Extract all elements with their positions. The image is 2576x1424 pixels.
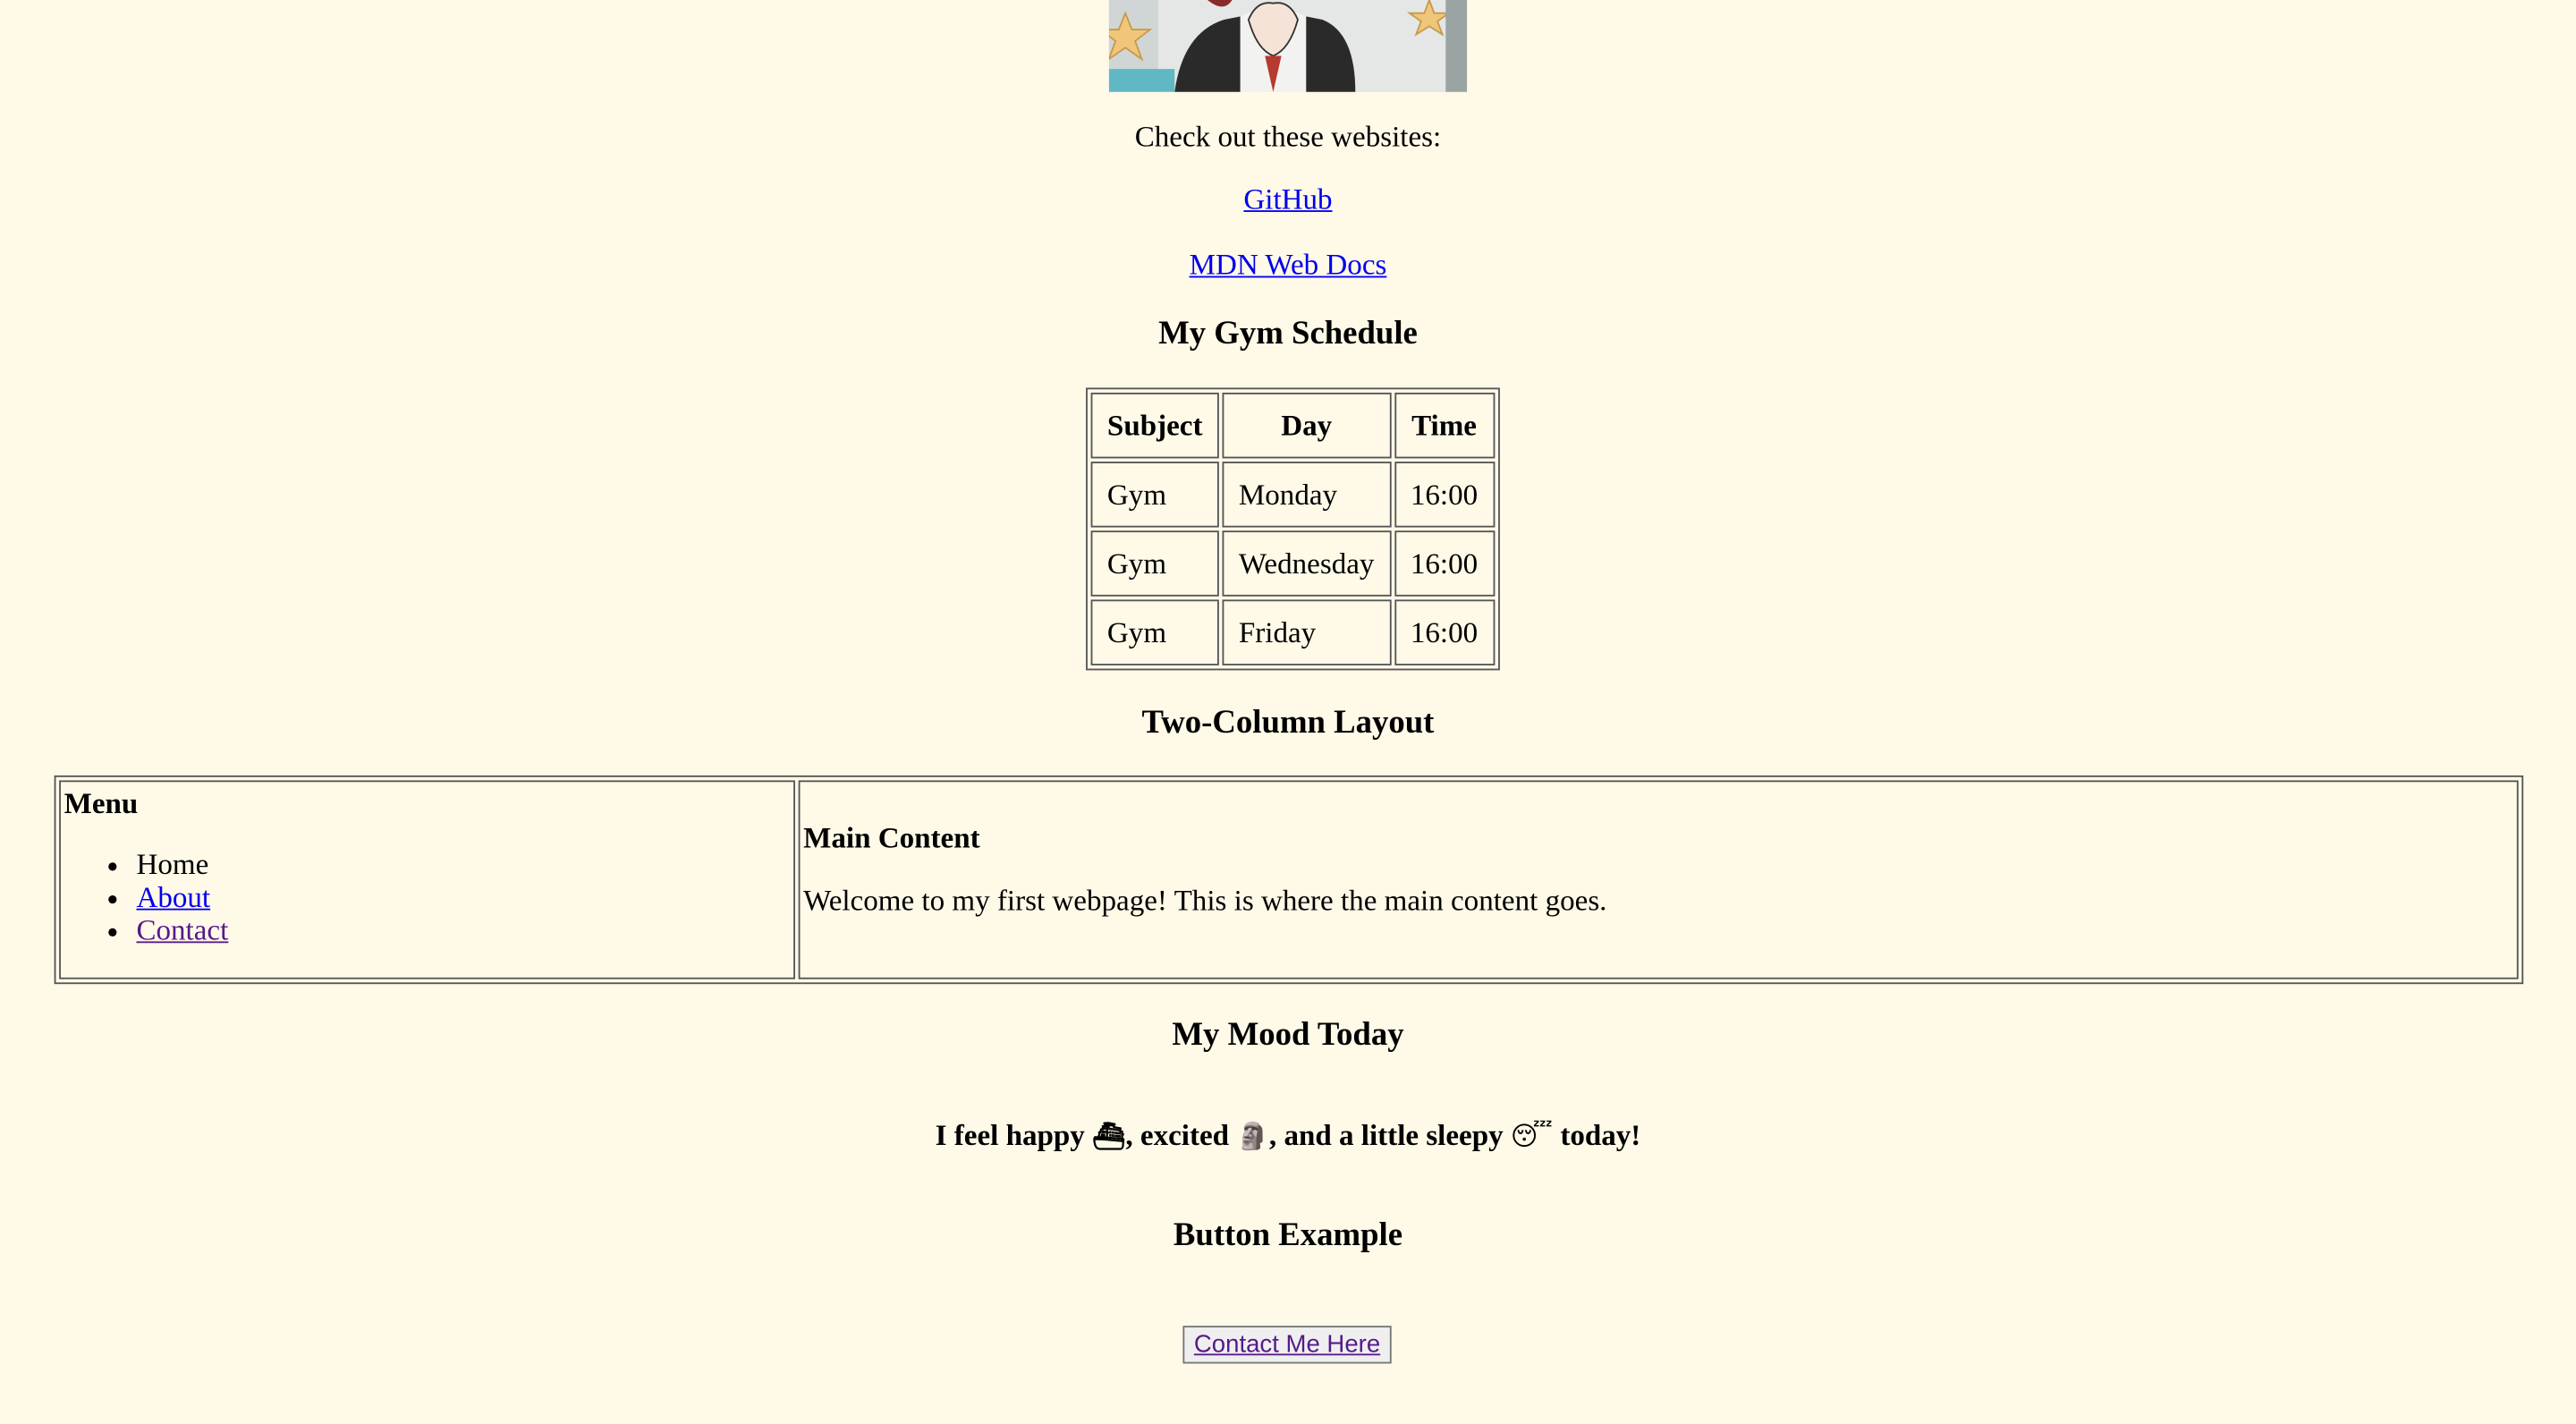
column-header-time: Time (1394, 392, 1495, 459)
main-content-title: Main Content (803, 821, 980, 855)
layout-row: Menu Home About Contact Main Content Wel… (59, 780, 2519, 979)
gym-schedule-table: Subject Day Time Gym Monday 16:00 Gym We… (1086, 387, 1500, 671)
mood-sentence: I feel happy ⛴, excited 🗿, and a little … (0, 1119, 2576, 1154)
menu-title: Menu (64, 786, 139, 820)
table-row: Gym Wednesday 16:00 (1090, 530, 1495, 597)
main-content-column: Main Content Welcome to my first webpage… (798, 780, 2519, 979)
mdn-link[interactable]: MDN Web Docs (1190, 248, 1387, 281)
menu-item-label: Home (136, 847, 209, 881)
table-cell: Monday (1222, 462, 1391, 528)
page: Check out these websites: GitHub MDN Web… (0, 0, 2576, 1424)
table-cell: 16:00 (1394, 462, 1495, 528)
contact-me-button[interactable]: Contact Me Here (1182, 1326, 1392, 1364)
button-example-heading: Button Example (1173, 1216, 1403, 1254)
mdn-link-row: MDN Web Docs (0, 248, 2576, 283)
table-cell: Wednesday (1222, 530, 1391, 597)
github-link-row: GitHub (0, 182, 2576, 217)
column-header-subject: Subject (1090, 392, 1219, 459)
anime-character-image (1108, 0, 1468, 92)
table-header-row: Subject Day Time (1090, 392, 1495, 459)
column-header-day: Day (1222, 392, 1391, 459)
table-cell: Gym (1090, 462, 1219, 528)
menu-list: Home About Contact (64, 848, 791, 946)
mood-text: , excited (1125, 1118, 1237, 1152)
mood-text: today! (1553, 1118, 1641, 1152)
table-row: Gym Monday 16:00 (1090, 462, 1495, 528)
menu-column: Menu Home About Contact (59, 780, 795, 979)
intro-text: Check out these websites: (1134, 120, 1442, 153)
banner-image (1108, 0, 1468, 92)
table-cell: Gym (1090, 599, 1219, 665)
sleeping-face-emoji-icon: 😴 (1510, 1120, 1554, 1152)
main-content-text: Welcome to my first webpage! This is whe… (803, 884, 1607, 917)
about-link[interactable]: About (136, 880, 210, 913)
table-row: Gym Friday 16:00 (1090, 599, 1495, 665)
gym-heading: My Gym Schedule (1158, 315, 1418, 352)
moai-emoji-icon: 🗿 (1236, 1120, 1269, 1152)
menu-item-home: Home (136, 848, 790, 881)
table-cell: Gym (1090, 530, 1219, 597)
table-cell: 16:00 (1394, 530, 1495, 597)
mood-heading: My Mood Today (1172, 1016, 1404, 1054)
two-column-heading: Two-Column Layout (1141, 704, 1435, 742)
github-link[interactable]: GitHub (1243, 182, 1332, 216)
two-column-table: Menu Home About Contact Main Content Wel… (54, 775, 2524, 985)
ferry-emoji-icon: ⛴ (1092, 1120, 1126, 1152)
menu-item-contact: Contact (136, 913, 790, 946)
table-cell: 16:00 (1394, 599, 1495, 665)
mood-text: I feel happy (935, 1118, 1093, 1152)
contact-link[interactable]: Contact (136, 913, 228, 946)
mood-text: , and a little sleepy (1268, 1118, 1511, 1152)
menu-item-about: About (136, 880, 790, 913)
table-cell: Friday (1222, 599, 1391, 665)
